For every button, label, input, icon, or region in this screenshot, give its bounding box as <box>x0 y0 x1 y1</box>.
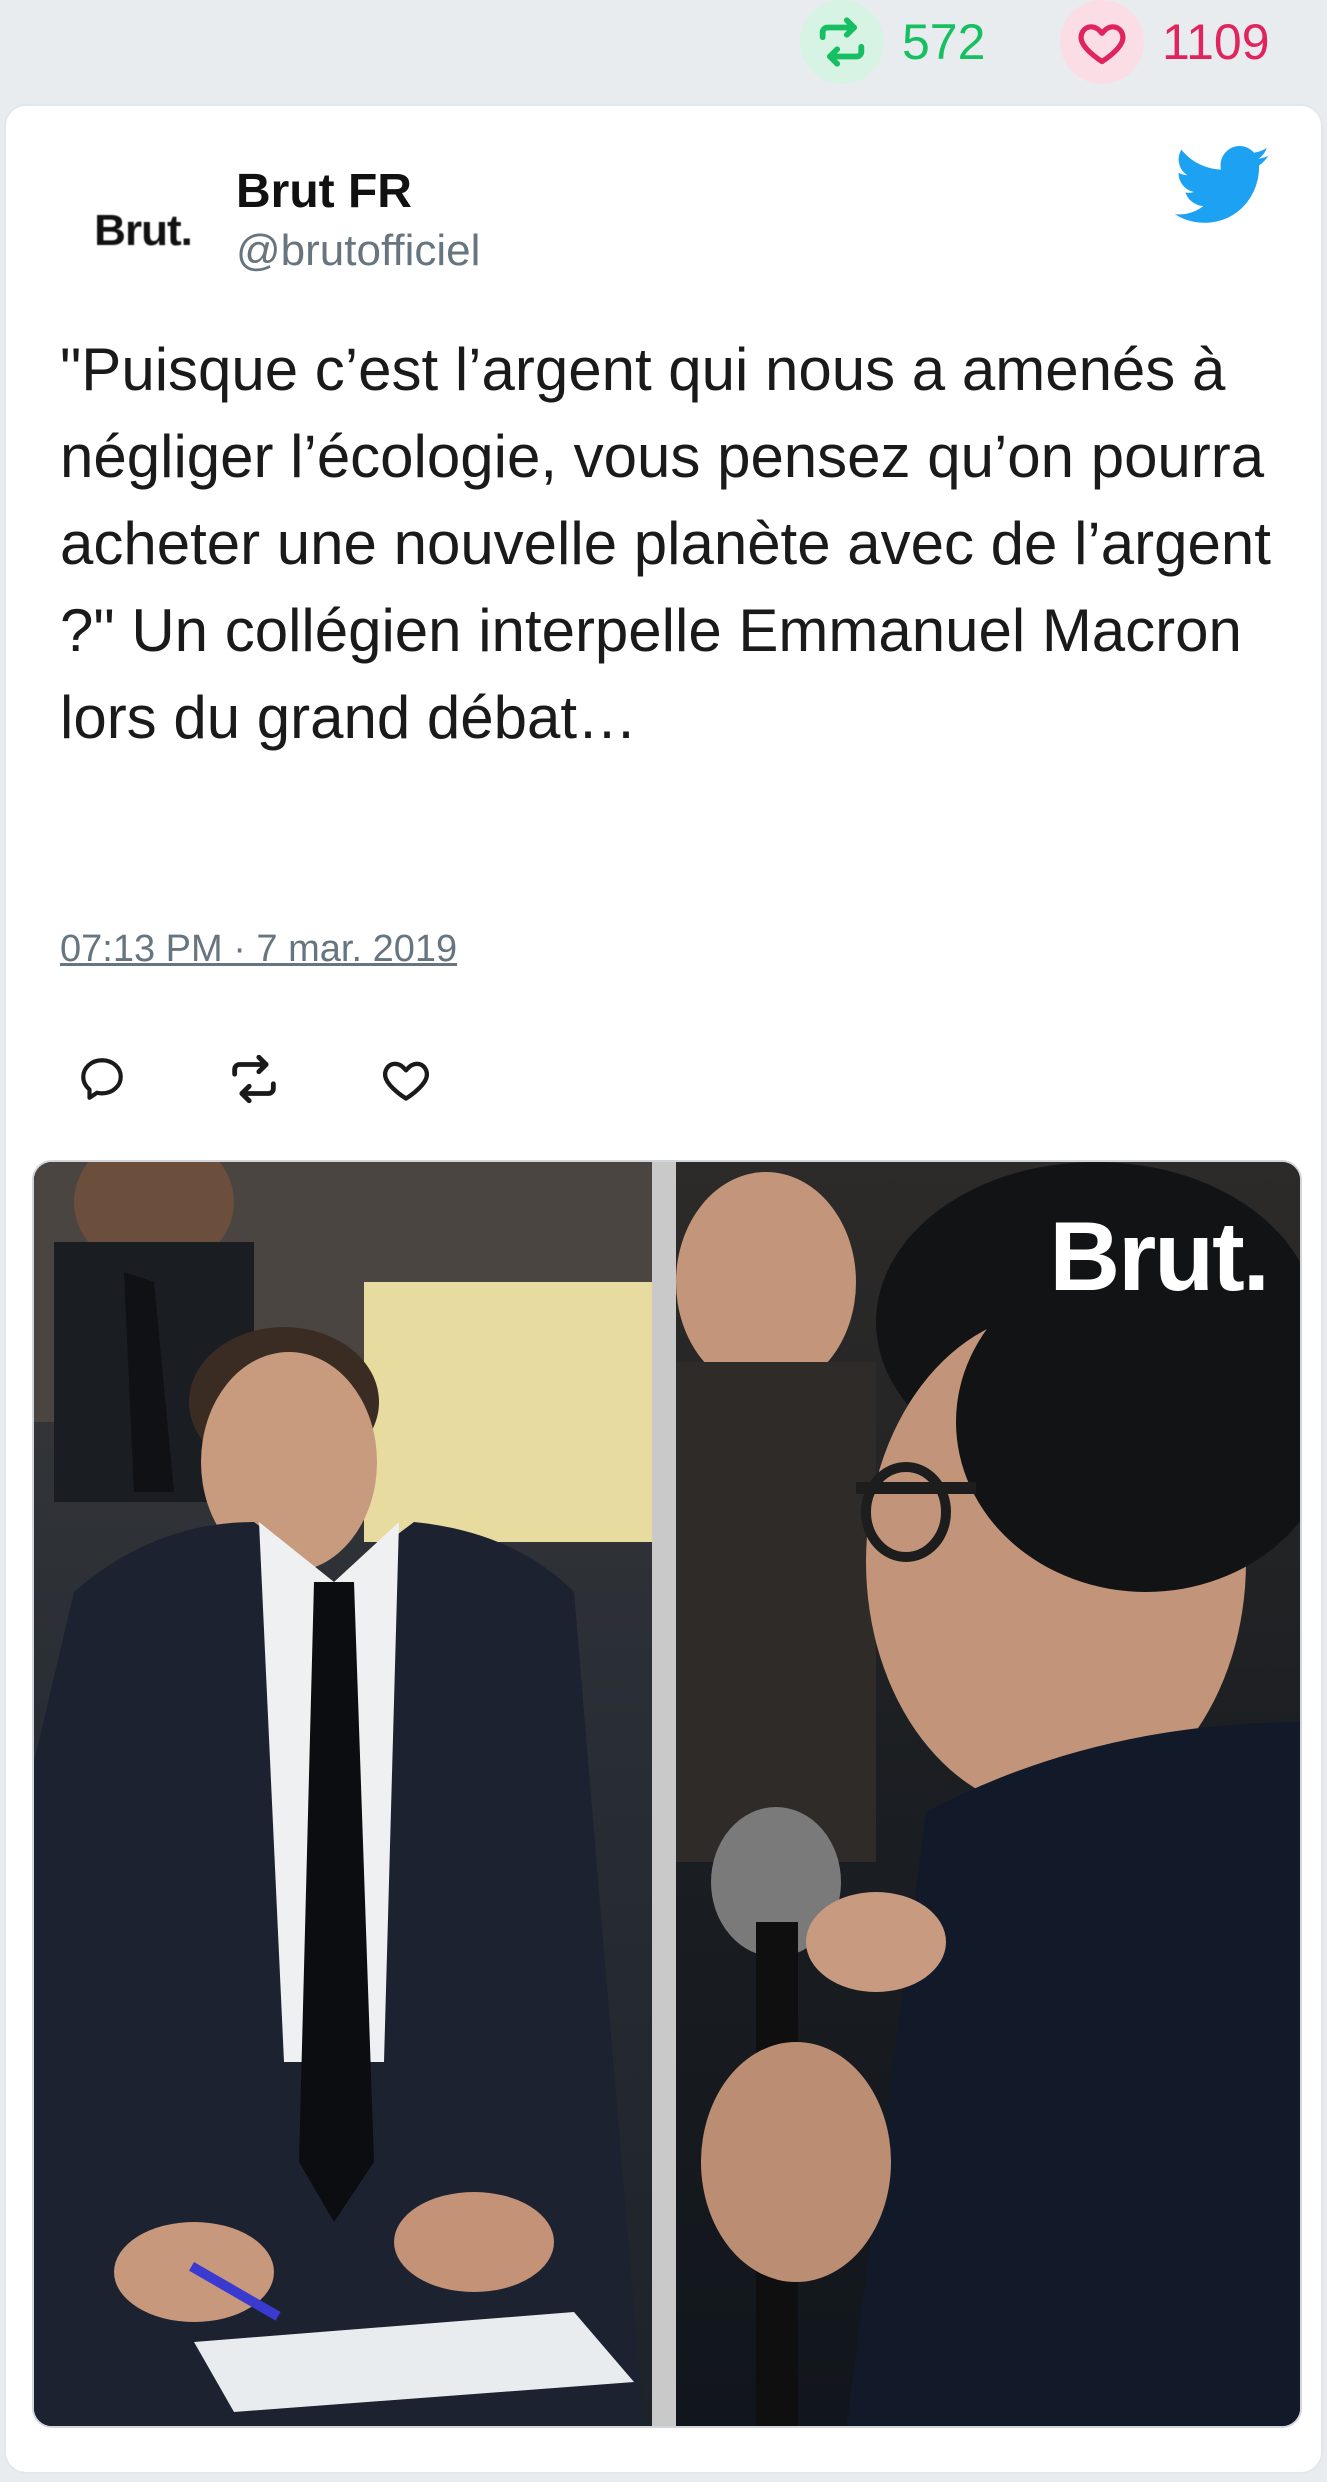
retweet-count: 572 <box>902 14 986 70</box>
tweet-text: "Puisque c’est l’argent qui nous a amené… <box>60 336 1271 751</box>
tweet-media-image[interactable]: Brut. <box>32 1160 1302 2428</box>
photo-panel-right: Brut. <box>676 1162 1300 2426</box>
twitter-bird-icon[interactable] <box>1174 146 1271 226</box>
heart-icon <box>1060 0 1144 84</box>
photo-panel-left <box>34 1162 652 2426</box>
author-handle[interactable]: @brutofficiel <box>236 226 480 276</box>
like-action-icon[interactable] <box>376 1049 436 1109</box>
retweet-icon <box>800 0 884 84</box>
like-stat[interactable]: 1109 <box>1060 0 1270 84</box>
photo-divider <box>652 1162 676 2426</box>
reply-icon[interactable] <box>72 1049 132 1109</box>
tweet-timestamp[interactable]: 07:13 PM · 7 mar. 2019 <box>60 928 457 971</box>
avatar[interactable]: Brut. <box>78 166 208 296</box>
like-count: 1109 <box>1162 14 1270 70</box>
retweet-action-icon[interactable] <box>224 1049 284 1109</box>
tweet-card: Brut. Brut FR @brutofficiel "Puisque c’e… <box>4 104 1323 2474</box>
tweet-actions <box>72 1044 528 1114</box>
engagement-stats: 572 1109 <box>0 0 1327 100</box>
retweet-stat[interactable]: 572 <box>800 0 986 84</box>
brut-watermark: Brut. <box>1049 1201 1270 1311</box>
author-name[interactable]: Brut FR <box>236 164 412 219</box>
avatar-logo-text: Brut. <box>94 206 193 255</box>
